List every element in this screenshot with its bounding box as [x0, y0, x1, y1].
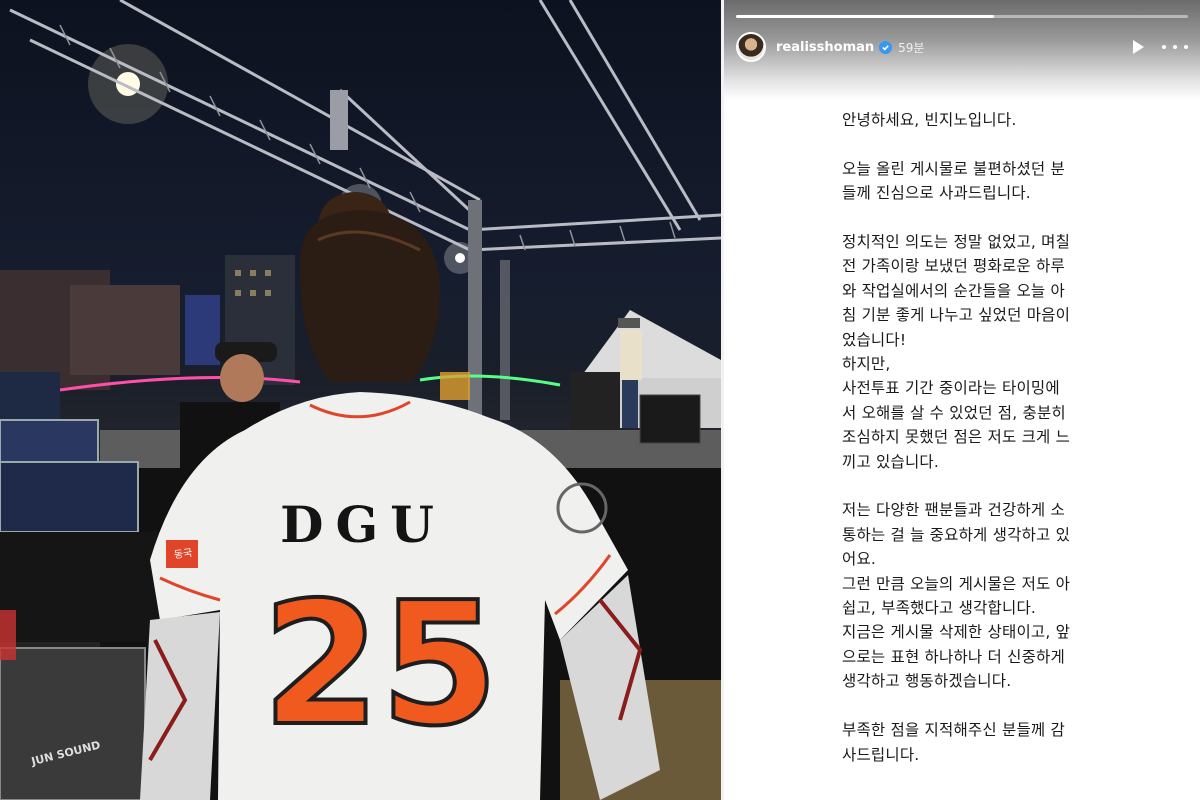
stage-photo: DGU 25 동국 JUN SOUND	[0, 0, 721, 800]
verified-badge-icon	[879, 40, 893, 54]
message-paragraph-2: 오늘 올린 게시물로 불편하셨던 분 들께 진심으로 사과드립니다.	[842, 159, 1065, 203]
username[interactable]: realisshoman	[776, 40, 874, 55]
jersey-name: DGU	[280, 495, 446, 554]
story-screen: DGU 25 동국 JUN SOUND realisshoman 59분 안녕하…	[0, 0, 1200, 800]
story-header: realisshoman 59분	[736, 30, 1188, 64]
story-message: 안녕하세요, 빈지노입니다. 오늘 올린 게시물로 불편하셨던 분 들께 진심으…	[842, 108, 1104, 791]
jersey-number: 25	[260, 564, 501, 766]
profile-avatar[interactable]	[736, 32, 766, 62]
play-icon[interactable]	[1128, 37, 1148, 57]
message-paragraph-5: 부족한 점을 지적해주신 분들께 감 사드립니다.	[842, 721, 1065, 764]
more-options-icon[interactable]	[1162, 37, 1188, 57]
message-paragraph-4: 저는 다양한 팬분들과 건강하게 소 통하는 걸 늘 중요하게 생각하고 있 어…	[842, 501, 1071, 691]
story-progress-fill	[736, 15, 994, 18]
post-time: 59분	[898, 40, 925, 55]
message-paragraph-1: 안녕하세요, 빈지노입니다.	[842, 111, 1017, 129]
story-progress-bar	[736, 15, 1188, 18]
message-paragraph-3: 정치적인 의도는 정말 없었고, 며칠 전 가족이랑 보냈던 평화로운 하루 와…	[842, 233, 1071, 471]
instagram-story: realisshoman 59분 안녕하세요, 빈지노입니다. 오늘 올린 게시…	[724, 0, 1200, 800]
